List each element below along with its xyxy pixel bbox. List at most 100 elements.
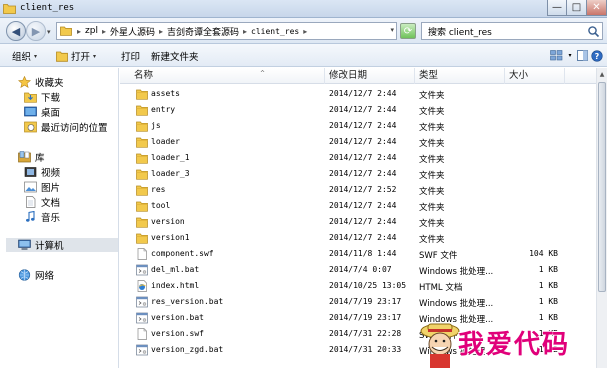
- sidebar-item-favorites[interactable]: 收藏夹: [18, 75, 64, 89]
- print-button[interactable]: 打印: [121, 49, 140, 63]
- file-row[interactable]: loader_1 2014/12/7 2:44 文件夹: [120, 150, 596, 166]
- search-icon[interactable]: [587, 25, 600, 38]
- navigation-pane: 收藏夹 下载 桌面 最近访问的位置 库 视频 图片 文档 音乐 计算机 网络: [0, 68, 119, 368]
- breadcrumb-separator[interactable]: ▸: [303, 27, 307, 36]
- search-input[interactable]: 搜索 client_res: [421, 22, 603, 40]
- folder-icon: [136, 185, 148, 196]
- file-name: index.html: [151, 281, 200, 290]
- sidebar-item-videos[interactable]: 视频: [24, 165, 60, 179]
- sidebar-item-computer[interactable]: 计算机: [6, 238, 118, 252]
- file-row[interactable]: res 2014/12/7 2:52 文件夹: [120, 182, 596, 198]
- file-row[interactable]: del_ml.bat 2014/7/4 0:07 Windows 批处理... 1 K…: [120, 262, 596, 278]
- recent-pages-dropdown[interactable]: ▾: [47, 28, 51, 36]
- file-row[interactable]: res_version.bat 2014/7/19 23:17 Windows 批处…: [120, 294, 596, 310]
- file-row[interactable]: loader 2014/12/7 2:44 文件夹: [120, 134, 596, 150]
- breadcrumb-separator[interactable]: ▸: [159, 27, 163, 36]
- folder-icon: [136, 105, 148, 116]
- file-date: 2014/12/7 2:44: [329, 201, 397, 210]
- maximize-button[interactable]: □: [567, 0, 587, 16]
- file-row[interactable]: tool 2014/12/7 2:44 文件夹: [120, 198, 596, 214]
- file-type: Windows 批处理...: [419, 299, 494, 309]
- breadcrumb-separator[interactable]: ▸: [243, 27, 247, 36]
- file-date: 2014/7/31 22:28: [329, 329, 402, 338]
- bat-file-icon: [136, 296, 148, 308]
- close-button[interactable]: ✕: [587, 0, 607, 16]
- watermark: 我爱代码: [418, 318, 607, 368]
- sidebar-item-pictures[interactable]: 图片: [24, 180, 60, 194]
- file-date: 2014/11/8 1:44: [329, 249, 397, 258]
- folder-icon: [60, 26, 72, 36]
- sidebar-item-recent[interactable]: 最近访问的位置: [24, 120, 108, 134]
- open-icon: [56, 51, 68, 62]
- html-file-icon: [137, 280, 147, 292]
- file-type: 文件夹: [419, 91, 445, 101]
- column-header-date[interactable]: 修改日期: [325, 68, 415, 84]
- column-header-label: 名称: [134, 70, 154, 81]
- column-header-name[interactable]: 名称 ^: [130, 68, 325, 84]
- sidebar-label: 收藏夹: [35, 78, 64, 89]
- file-date: 2014/12/7 2:44: [329, 137, 397, 146]
- scroll-up-arrow[interactable]: ▲: [597, 68, 607, 80]
- sidebar-item-libraries[interactable]: 库: [18, 150, 45, 164]
- sidebar-item-music[interactable]: 音乐: [24, 210, 60, 224]
- file-name: version.bat: [151, 313, 204, 322]
- file-row[interactable]: loader_3 2014/12/7 2:44 文件夹: [120, 166, 596, 182]
- organize-button[interactable]: 组织 ▾: [12, 49, 37, 63]
- breadcrumb-item[interactable]: zpl: [85, 26, 98, 36]
- column-header-size[interactable]: 大小: [505, 68, 565, 84]
- scrollbar-thumb[interactable]: [598, 82, 606, 292]
- file-row[interactable]: version 2014/12/7 2:44 文件夹: [120, 214, 596, 230]
- breadcrumb-item[interactable]: 外星人源码: [110, 25, 155, 38]
- minimize-button[interactable]: —: [547, 0, 567, 16]
- preview-pane-button[interactable]: [576, 47, 588, 64]
- file-name: loader: [151, 137, 180, 146]
- file-date: 2014/7/19 23:17: [329, 313, 402, 322]
- file-row[interactable]: version1 2014/12/7 2:44 文件夹: [120, 230, 596, 246]
- file-type: 文件夹: [419, 219, 445, 229]
- title-bar[interactable]: client_res — □ ✕: [0, 0, 607, 18]
- svg-text:?: ?: [595, 52, 600, 61]
- refresh-button[interactable]: ⟳: [400, 23, 416, 39]
- file-row[interactable]: assets 2014/12/7 2:44 文件夹: [120, 86, 596, 102]
- column-header-row: 名称 ^ 修改日期 类型 大小: [120, 68, 596, 84]
- file-row[interactable]: component.swf 2014/11/8 1:44 SWF 文件 104 KB: [120, 246, 596, 262]
- breadcrumb-separator[interactable]: ▸: [102, 27, 106, 36]
- bat-file-icon: [136, 264, 148, 276]
- breadcrumb-separator[interactable]: ▸: [77, 27, 81, 36]
- sidebar-item-downloads[interactable]: 下载: [24, 90, 60, 104]
- file-type: 文件夹: [419, 155, 445, 165]
- address-dropdown[interactable]: ▾: [390, 26, 394, 34]
- open-button[interactable]: 打开 ▾: [56, 49, 96, 63]
- address-bar[interactable]: ▸ zpl ▸ 外星人源码 ▸ 吉剑奇谭全套源码 ▸ client_res ▸ …: [56, 22, 397, 40]
- file-name: loader_3: [151, 169, 190, 178]
- column-header-label: 类型: [419, 70, 439, 81]
- breadcrumb-item[interactable]: 吉剑奇谭全套源码: [167, 25, 239, 38]
- forward-button[interactable]: ▶: [26, 21, 46, 41]
- file-row[interactable]: js 2014/12/7 2:44 文件夹: [120, 118, 596, 134]
- file-date: 2014/7/19 23:17: [329, 297, 402, 306]
- sidebar-item-documents[interactable]: 文档: [24, 195, 60, 209]
- view-dropdown[interactable]: ▾: [566, 47, 574, 64]
- file-date: 2014/7/31 20:33: [329, 345, 402, 354]
- file-name: component.swf: [151, 249, 214, 258]
- file-name: loader_1: [151, 153, 190, 162]
- view-icon: [549, 50, 562, 61]
- pictures-icon: [24, 181, 37, 193]
- back-button[interactable]: ◀: [6, 21, 26, 41]
- sidebar-label: 库: [35, 153, 45, 164]
- help-button[interactable]: ?: [590, 47, 604, 64]
- help-icon: ?: [591, 49, 603, 62]
- preview-pane-icon: [576, 50, 588, 61]
- sidebar-item-desktop[interactable]: 桌面: [24, 105, 60, 119]
- file-row[interactable]: entry 2014/12/7 2:44 文件夹: [120, 102, 596, 118]
- new-folder-button[interactable]: 新建文件夹: [151, 49, 199, 63]
- column-header-type[interactable]: 类型: [415, 68, 505, 84]
- breadcrumb-item[interactable]: client_res: [251, 27, 299, 36]
- file-type: 文件夹: [419, 139, 445, 149]
- file-row[interactable]: index.html 2014/10/25 13:05 HTML 文档 1 KB: [120, 278, 596, 294]
- folder-icon: [136, 89, 148, 100]
- command-toolbar: 组织 ▾ 打开 ▾ 打印 新建文件夹 ▾ ?: [0, 44, 607, 67]
- sidebar-item-network[interactable]: 网络: [18, 268, 54, 282]
- view-options-button[interactable]: [548, 47, 564, 64]
- downloads-folder-icon: [24, 92, 37, 103]
